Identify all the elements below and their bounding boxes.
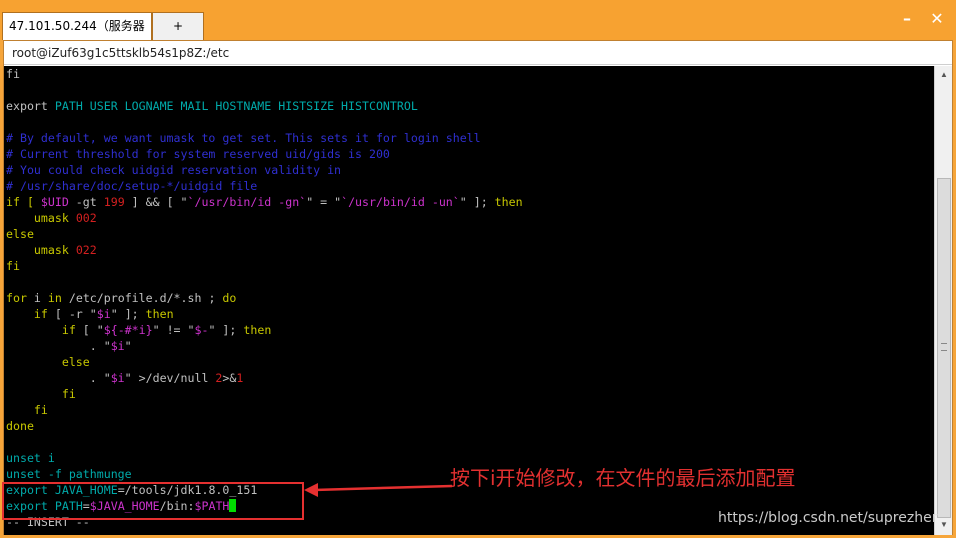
terminal-text: `/usr/bin/id -un` xyxy=(341,195,460,209)
close-icon[interactable]: ✕ xyxy=(926,10,948,28)
terminal-text: " xyxy=(124,339,132,353)
terminal-line: if [ $UID -gt 199 ] && [ "`/usr/bin/id -… xyxy=(6,194,934,210)
terminal-text: . " xyxy=(6,371,111,385)
grip-icon xyxy=(941,343,947,351)
terminal-text: $i xyxy=(110,371,125,385)
terminal-line: for i in /etc/profile.d/*.sh ; do xyxy=(6,290,934,306)
terminal-text: -gt xyxy=(68,195,104,209)
terminal-text: . " xyxy=(6,339,111,353)
terminal-line: . "$i" xyxy=(6,338,934,354)
terminal-text: fi xyxy=(6,403,48,417)
terminal-text: i xyxy=(26,291,48,305)
terminal-line: # You could check uidgid reservation val… xyxy=(6,162,934,178)
terminal-text: [ -r " xyxy=(47,307,97,321)
watermark: https://blog.csdn.net/suprezher xyxy=(718,510,938,526)
tab-server-1[interactable]: 47.101.50.244（服务器1） xyxy=(2,12,152,59)
terminal-text: # By default, we want umask to get set. … xyxy=(6,131,481,145)
session-path-title: root@iZuf63g1c5ttsklb54s1p8Z:/etc xyxy=(4,41,952,65)
terminal-line: export PATH USER LOGNAME MAIL HOSTNAME H… xyxy=(6,98,934,114)
terminal-text: for xyxy=(6,291,27,305)
scrollbar-thumb[interactable] xyxy=(937,178,951,518)
highlight-box xyxy=(2,482,304,520)
terminal-line: else xyxy=(6,226,934,242)
terminal-text: 199 xyxy=(103,195,125,209)
terminal-text: /etc/profile.d/*.sh ; xyxy=(61,291,223,305)
terminal-text: if [ xyxy=(6,195,41,209)
terminal-text: " != " xyxy=(152,323,195,337)
terminal-line: umask 002 xyxy=(6,210,934,226)
terminal-text: umask xyxy=(6,211,76,225)
terminal-text: then xyxy=(494,195,523,209)
terminal-text: PATH USER LOGNAME MAIL HOSTNAME HISTSIZE… xyxy=(54,99,418,113)
terminal-text: in xyxy=(47,291,62,305)
terminal-text: " ]; xyxy=(110,307,146,321)
terminal-text: $UID xyxy=(40,195,69,209)
terminal-text: export xyxy=(6,99,55,113)
terminal-text: " = " xyxy=(306,195,342,209)
terminal-line: if [ "${-#*i}" != "$-" ]; then xyxy=(6,322,934,338)
terminal-line: if [ -r "$i" ]; then xyxy=(6,306,934,322)
terminal-text: $i xyxy=(96,307,111,321)
terminal-text: ] && [ " xyxy=(124,195,188,209)
terminal-text: `/usr/bin/id -gn` xyxy=(187,195,307,209)
new-tab-button[interactable]: + xyxy=(152,12,204,40)
terminal-line: umask 022 xyxy=(6,242,934,258)
terminal-text: else xyxy=(6,227,34,241)
terminal-text: umask xyxy=(6,243,76,257)
terminal-text: ${-#*i} xyxy=(103,323,153,337)
terminal-line: fi xyxy=(6,258,934,274)
terminal-text: fi xyxy=(6,387,76,401)
annotation-text: 按下i开始修改，在文件的最后添加配置 xyxy=(450,466,796,490)
minimize-icon[interactable]: – xyxy=(896,10,918,28)
terminal-text: " ]; xyxy=(208,323,244,337)
vertical-scrollbar[interactable]: ▲ ▼ xyxy=(934,66,952,535)
terminal-text: 002 xyxy=(75,211,97,225)
terminal-text: fi xyxy=(6,67,20,81)
terminal-text: then xyxy=(145,307,174,321)
terminal-text: unset xyxy=(6,467,41,481)
terminal-text: 022 xyxy=(75,243,97,257)
terminal-text: [ " xyxy=(75,323,104,337)
terminal-text: >& xyxy=(222,371,237,385)
terminal-line: fi xyxy=(6,402,934,418)
terminal-text: -f pathmunge xyxy=(40,467,132,481)
terminal-text: # You could check uidgid reservation val… xyxy=(6,163,342,177)
terminal-line: fi xyxy=(6,66,934,82)
terminal-line: # By default, we want umask to get set. … xyxy=(6,130,934,146)
scroll-down-icon[interactable]: ▼ xyxy=(937,518,951,532)
terminal-text: i xyxy=(40,451,55,465)
terminal-line: fi xyxy=(6,386,934,402)
terminal-text: " ]; xyxy=(459,195,495,209)
terminal-text: " >/dev/null xyxy=(124,371,216,385)
window-title-bar: 47.101.50.244（服务器1） + – ✕ xyxy=(0,0,956,59)
terminal-text: then xyxy=(243,323,272,337)
terminal-text: # /usr/share/doc/setup-*/uidgid file xyxy=(6,179,258,193)
terminal-line: . "$i" >/dev/null 2>&1 xyxy=(6,370,934,386)
terminal-line: # /usr/share/doc/setup-*/uidgid file xyxy=(6,178,934,194)
terminal-line: # Current threshold for system reserved … xyxy=(6,146,934,162)
terminal-line: done xyxy=(6,418,934,434)
annotation-arrow-icon xyxy=(304,483,453,497)
terminal-text: $- xyxy=(194,323,209,337)
terminal-text: else xyxy=(6,355,90,369)
terminal-text: $i xyxy=(110,339,125,353)
terminal-window: root@iZuf63g1c5ttsklb54s1p8Z:/etc fi expo… xyxy=(3,40,953,535)
terminal-text: done xyxy=(6,419,34,433)
terminal-text: unset xyxy=(6,451,41,465)
scroll-up-icon[interactable]: ▲ xyxy=(937,68,951,82)
terminal-text: if xyxy=(6,323,76,337)
terminal-text: # Current threshold for system reserved … xyxy=(6,147,390,161)
terminal-text: do xyxy=(222,291,237,305)
terminal-line: else xyxy=(6,354,934,370)
terminal-text: if xyxy=(6,307,48,321)
terminal-text: 1 xyxy=(236,371,244,385)
terminal-text: fi xyxy=(6,259,20,273)
